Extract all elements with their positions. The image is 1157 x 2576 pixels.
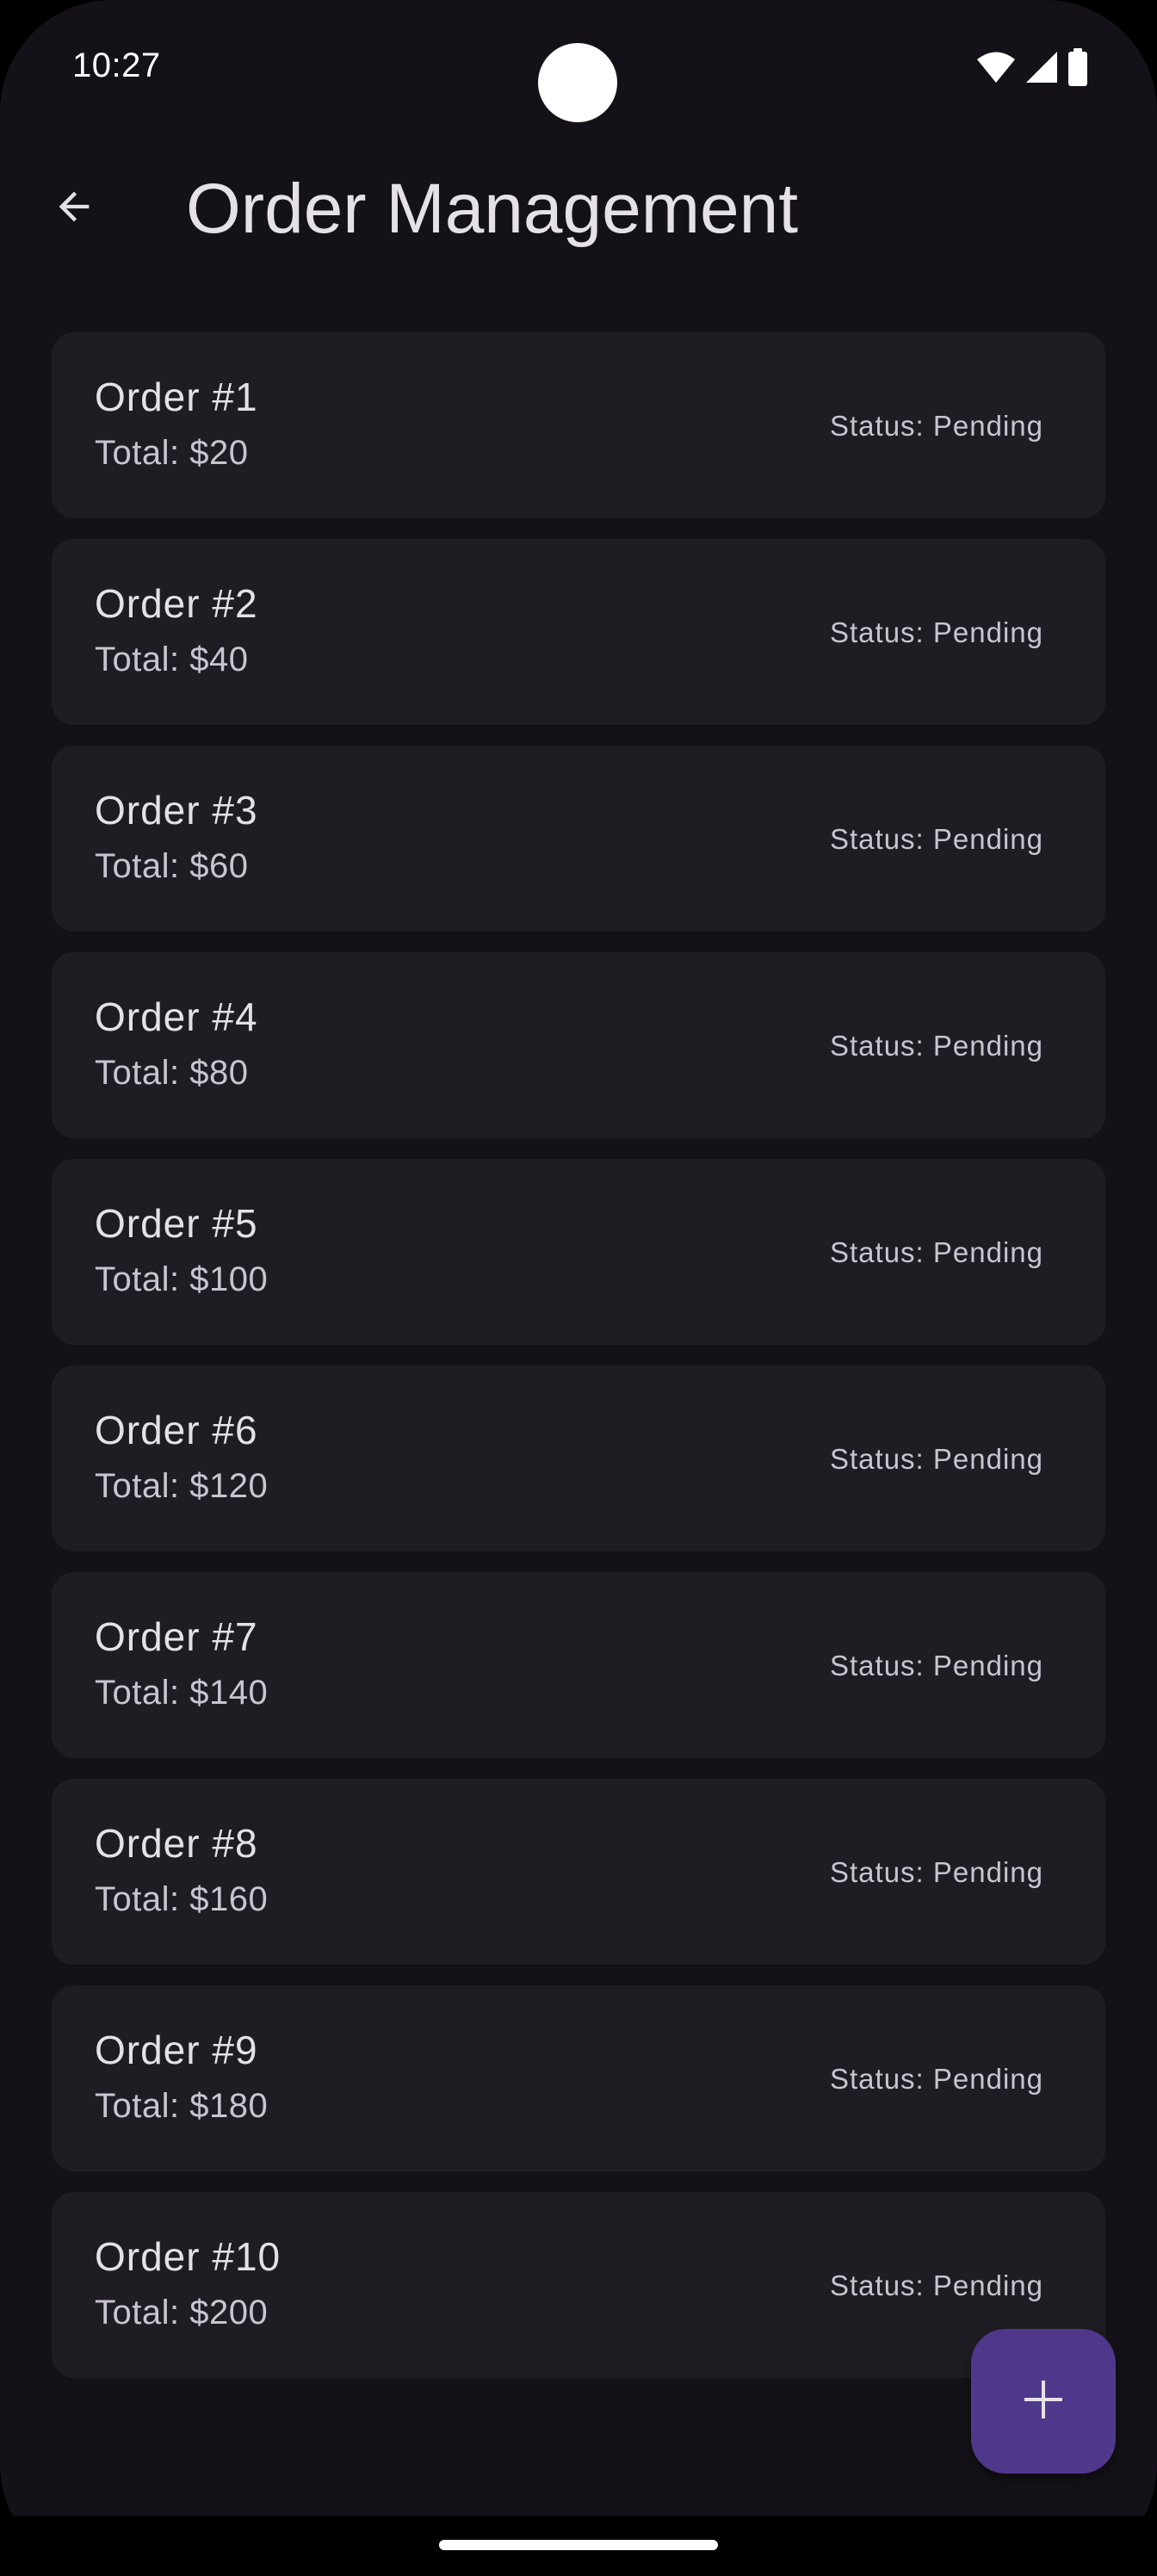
order-card[interactable]: Order #3 Total: $60 Status: Pending	[52, 746, 1105, 932]
top-app-bar: Order Management	[0, 138, 1157, 282]
order-title: Order #3	[95, 788, 258, 833]
order-total: Total: $200	[95, 2294, 269, 2331]
order-total: Total: $40	[95, 641, 249, 678]
phone-screen: 10:27 Order Management Order #1 Total: $…	[0, 0, 1157, 2576]
cellular-signal-icon	[1024, 50, 1059, 84]
add-order-fab[interactable]	[971, 2329, 1116, 2474]
order-status: Status: Pending	[830, 1236, 1043, 1268]
order-card[interactable]: Order #1 Total: $20 Status: Pending	[52, 332, 1105, 518]
status-bar: 10:27	[0, 0, 1157, 138]
battery-icon	[1067, 48, 1088, 86]
order-status: Status: Pending	[830, 410, 1043, 442]
page-title: Order Management	[186, 170, 799, 248]
order-title: Order #5	[95, 1201, 258, 1246]
order-list: Order #1 Total: $20 Status: Pending Orde…	[52, 332, 1105, 2399]
order-status: Status: Pending	[830, 823, 1043, 855]
order-status: Status: Pending	[830, 1650, 1043, 1681]
status-icons	[976, 48, 1088, 86]
order-card[interactable]: Order #6 Total: $120 Status: Pending	[52, 1365, 1105, 1551]
order-card[interactable]: Order #8 Total: $160 Status: Pending	[52, 1779, 1105, 1965]
order-status: Status: Pending	[830, 1443, 1043, 1475]
order-total: Total: $80	[95, 1054, 249, 1092]
order-title: Order #8	[95, 1821, 258, 1866]
system-navigation-bar	[0, 2516, 1157, 2576]
wifi-icon	[976, 50, 1016, 84]
order-title: Order #2	[95, 581, 258, 626]
order-title: Order #6	[95, 1408, 258, 1452]
order-card[interactable]: Order #5 Total: $100 Status: Pending	[52, 1159, 1105, 1345]
gesture-handle[interactable]	[439, 2540, 718, 2550]
order-card[interactable]: Order #2 Total: $40 Status: Pending	[52, 539, 1105, 725]
order-title: Order #10	[95, 2234, 282, 2279]
order-title: Order #4	[95, 994, 258, 1039]
order-title: Order #1	[95, 375, 258, 419]
order-status: Status: Pending	[830, 2269, 1043, 2301]
order-status: Status: Pending	[830, 616, 1043, 648]
order-card[interactable]: Order #9 Total: $180 Status: Pending	[52, 1985, 1105, 2171]
order-total: Total: $20	[95, 434, 249, 472]
order-title: Order #7	[95, 1614, 258, 1659]
order-total: Total: $120	[95, 1467, 269, 1505]
arrow-back-icon	[52, 184, 96, 233]
order-total: Total: $160	[95, 1880, 269, 1918]
order-total: Total: $60	[95, 847, 249, 885]
status-time: 10:27	[72, 46, 161, 84]
order-card[interactable]: Order #7 Total: $140 Status: Pending	[52, 1572, 1105, 1758]
order-status: Status: Pending	[830, 1856, 1043, 1888]
camera-cutout	[538, 43, 617, 122]
order-total: Total: $100	[95, 1260, 269, 1298]
order-title: Order #9	[95, 2028, 258, 2072]
add-icon	[1023, 2379, 1064, 2424]
order-card[interactable]: Order #4 Total: $80 Status: Pending	[52, 952, 1105, 1138]
order-status: Status: Pending	[830, 2063, 1043, 2095]
back-button[interactable]	[38, 172, 110, 245]
order-card[interactable]: Order #10 Total: $200 Status: Pending	[52, 2192, 1105, 2378]
order-total: Total: $140	[95, 1674, 269, 1712]
order-total: Total: $180	[95, 2087, 269, 2125]
order-status: Status: Pending	[830, 1030, 1043, 1062]
